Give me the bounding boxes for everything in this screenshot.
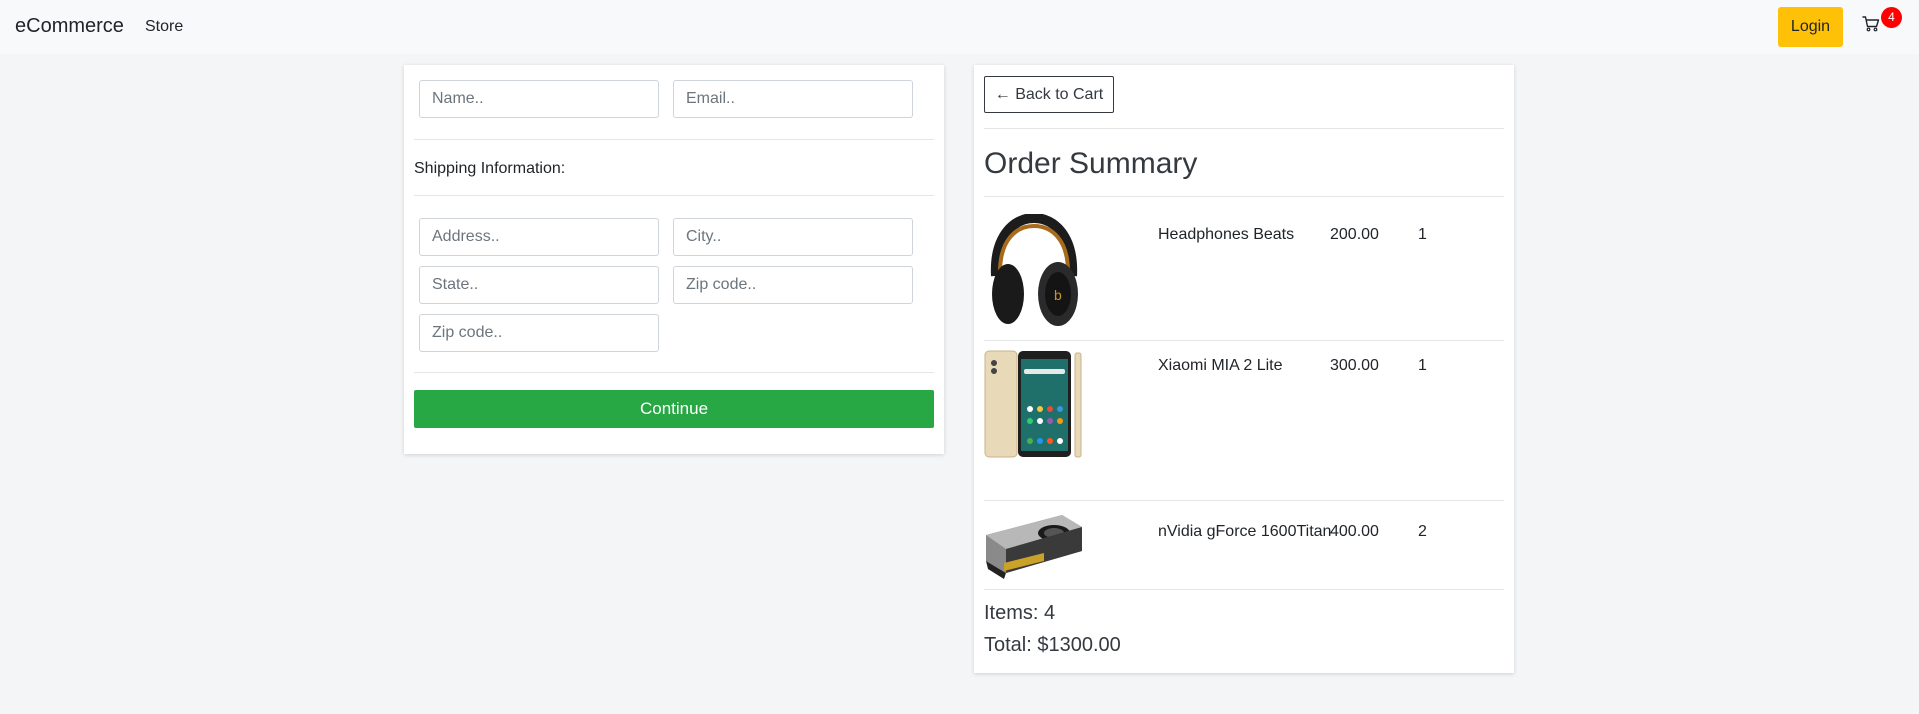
- back-to-cart-button[interactable]: ← Back to Cart: [984, 76, 1114, 113]
- divider: [984, 500, 1504, 501]
- item-price: 400.00: [1330, 523, 1379, 540]
- item-name: Xiaomi MIA 2 Lite: [1158, 357, 1283, 374]
- email-input[interactable]: [673, 80, 913, 118]
- address-input[interactable]: [419, 218, 659, 256]
- nav-store-link[interactable]: Store: [145, 18, 183, 36]
- divider: [984, 196, 1504, 197]
- order-item-row: b Headphones Beats 200.00 1: [984, 210, 1504, 338]
- divider: [414, 195, 934, 196]
- divider: [414, 139, 934, 140]
- zip-code-input[interactable]: [673, 266, 913, 304]
- order-item-row: Xiaomi MIA 2 Lite 300.00 1: [984, 349, 1504, 499]
- item-name: Headphones Beats: [1158, 226, 1295, 243]
- continue-button[interactable]: Continue: [414, 390, 934, 428]
- checkout-form-panel: Shipping Information: Continue: [404, 65, 944, 454]
- zip-code-input-2[interactable]: [419, 314, 659, 352]
- divider: [984, 128, 1504, 129]
- headphones-image: b: [990, 214, 1078, 326]
- state-input[interactable]: [419, 266, 659, 304]
- brand-link[interactable]: eCommerce: [15, 15, 124, 38]
- shipping-info-title: Shipping Information:: [414, 160, 566, 177]
- divider: [984, 589, 1504, 590]
- name-input[interactable]: [419, 80, 659, 118]
- item-price: 200.00: [1330, 226, 1379, 243]
- city-input[interactable]: [673, 218, 913, 256]
- item-quantity: 2: [1418, 523, 1427, 540]
- order-summary-panel: ← Back to Cart Order Summary b Headphone…: [974, 65, 1514, 673]
- cart-button[interactable]: [1862, 16, 1882, 36]
- order-summary-title: Order Summary: [984, 147, 1198, 180]
- item-name: nVidia gForce 1600Titan: [1158, 523, 1332, 540]
- divider: [414, 372, 934, 373]
- order-total: Total: $1300.00: [984, 634, 1121, 656]
- divider: [984, 340, 1504, 341]
- cart-count-badge: 4: [1881, 7, 1902, 28]
- order-item-row: nVidia gForce 1600Titan 400.00 2: [984, 509, 1504, 587]
- item-price: 300.00: [1330, 357, 1379, 374]
- navbar: eCommerce Store Login 4: [0, 0, 1919, 54]
- cart-icon: [1862, 16, 1880, 32]
- item-quantity: 1: [1418, 226, 1427, 243]
- svg-text:b: b: [1054, 287, 1062, 303]
- item-quantity: 1: [1418, 357, 1427, 374]
- graphics-card-image: [986, 515, 1082, 579]
- items-count: Items: 4: [984, 602, 1056, 624]
- login-button[interactable]: Login: [1778, 7, 1843, 47]
- smartphone-image: [984, 350, 1082, 458]
